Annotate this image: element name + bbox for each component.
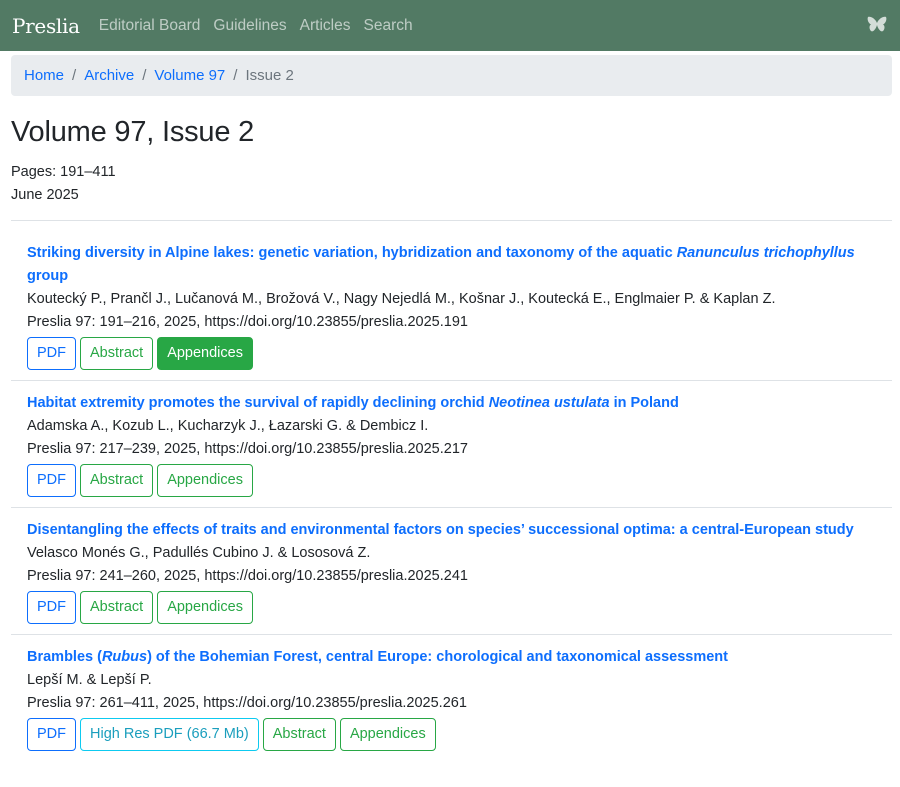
article-title-taxon[interactable]: Neotinea ustulata [489,395,610,411]
article-buttons: PDF Abstract Appendices [27,463,876,497]
article-title-text[interactable]: group [27,268,68,284]
article-citation: Preslia 97: 261–411, 2025, https://doi.o… [27,694,467,711]
breadcrumb: Home / Archive / Volume 97 / Issue 2 [11,55,892,96]
breadcrumb-separator: / [233,67,238,84]
article-title-text[interactable]: Disentangling the effects of traits and … [27,522,854,538]
high-res-pdf-button[interactable]: High Res PDF (66.7 Mb) [80,717,259,751]
article-title-text[interactable]: Striking diversity in Alpine lakes: gene… [27,245,677,261]
article-item: Disentangling the effects of traits and … [11,508,892,635]
article-title-link[interactable]: Striking diversity in Alpine lakes: gene… [27,242,876,288]
page-title: Volume 97, Issue 2 [11,116,255,148]
article-title-text[interactable]: in Poland [610,395,679,411]
article-citation: Preslia 97: 217–239, 2025, https://doi.o… [27,440,468,457]
appendices-button[interactable]: Appendices [157,463,253,497]
appendices-button[interactable]: Appendices [157,336,253,370]
article-item: Striking diversity in Alpine lakes: gene… [11,221,892,381]
nav-link-search[interactable]: Search [363,17,412,35]
article-item: Brambles (Rubus) of the Bohemian Forest,… [11,635,892,761]
article-title-taxon[interactable]: Ranunculus trichophyllus [677,245,855,261]
article-title-link[interactable]: Habitat extremity promotes the survival … [27,392,876,415]
article-title-taxon[interactable]: Rubus [102,649,147,665]
article-authors: Koutecký P., Prančl J., Lučanová M., Bro… [27,290,776,307]
article-title-text[interactable]: ) of the Bohemian Forest, central Europe… [147,649,728,665]
article-citation: Preslia 97: 241–260, 2025, https://doi.o… [27,567,468,584]
issue-header: Volume 97, Issue 2 Pages: 191–411 June 2… [0,115,900,207]
nav-link-articles[interactable]: Articles [300,17,351,35]
article-title-text[interactable]: Brambles ( [27,649,102,665]
breadcrumb-archive[interactable]: Archive [84,67,134,84]
article-title-link[interactable]: Brambles (Rubus) of the Bohemian Forest,… [27,646,876,669]
article-list: Striking diversity in Alpine lakes: gene… [0,221,900,761]
nav-link-editorial-board[interactable]: Editorial Board [99,17,201,35]
top-navbar: Preslia Editorial Board Guidelines Artic… [0,0,900,51]
nav-link-guidelines[interactable]: Guidelines [213,17,286,35]
breadcrumb-separator: / [142,67,147,84]
article-buttons: PDF Abstract Appendices [27,590,876,624]
abstract-button[interactable]: Abstract [80,336,154,370]
article-citation: Preslia 97: 191–216, 2025, https://doi.o… [27,313,468,330]
breadcrumb-separator: / [72,67,77,84]
article-title-text[interactable]: Habitat extremity promotes the survival … [27,395,489,411]
abstract-button[interactable]: Abstract [80,590,154,624]
breadcrumb-current: Issue 2 [245,67,294,84]
pdf-button[interactable]: PDF [27,463,76,497]
abstract-button[interactable]: Abstract [80,463,154,497]
article-buttons: PDF High Res PDF (66.7 Mb) Abstract Appendi… [27,717,876,751]
appendices-button[interactable]: Appendices [157,590,253,624]
article-title-link[interactable]: Disentangling the effects of traits and … [27,519,876,542]
article-authors: Velasco Monés G., Padullés Cubino J. & L… [27,544,371,561]
article-authors: Adamska A., Kozub L., Kucharzyk J., Łaza… [27,417,429,434]
pdf-button[interactable]: PDF [27,336,76,370]
brand-logo[interactable]: Preslia [12,14,80,38]
breadcrumb-home[interactable]: Home [24,67,64,84]
pdf-button[interactable]: PDF [27,717,76,751]
butterfly-icon[interactable] [867,16,887,34]
abstract-button[interactable]: Abstract [262,717,336,751]
appendices-button[interactable]: Appendices [339,717,436,751]
issue-date: June 2025 [11,186,79,203]
breadcrumb-volume[interactable]: Volume 97 [154,67,225,84]
issue-pages: Pages: 191–411 [11,163,116,180]
article-item: Habitat extremity promotes the survival … [11,381,892,508]
article-buttons: PDF Abstract Appendices [27,336,876,370]
pdf-button[interactable]: PDF [27,590,76,624]
article-authors: Lepší M. & Lepší P. [27,671,152,688]
